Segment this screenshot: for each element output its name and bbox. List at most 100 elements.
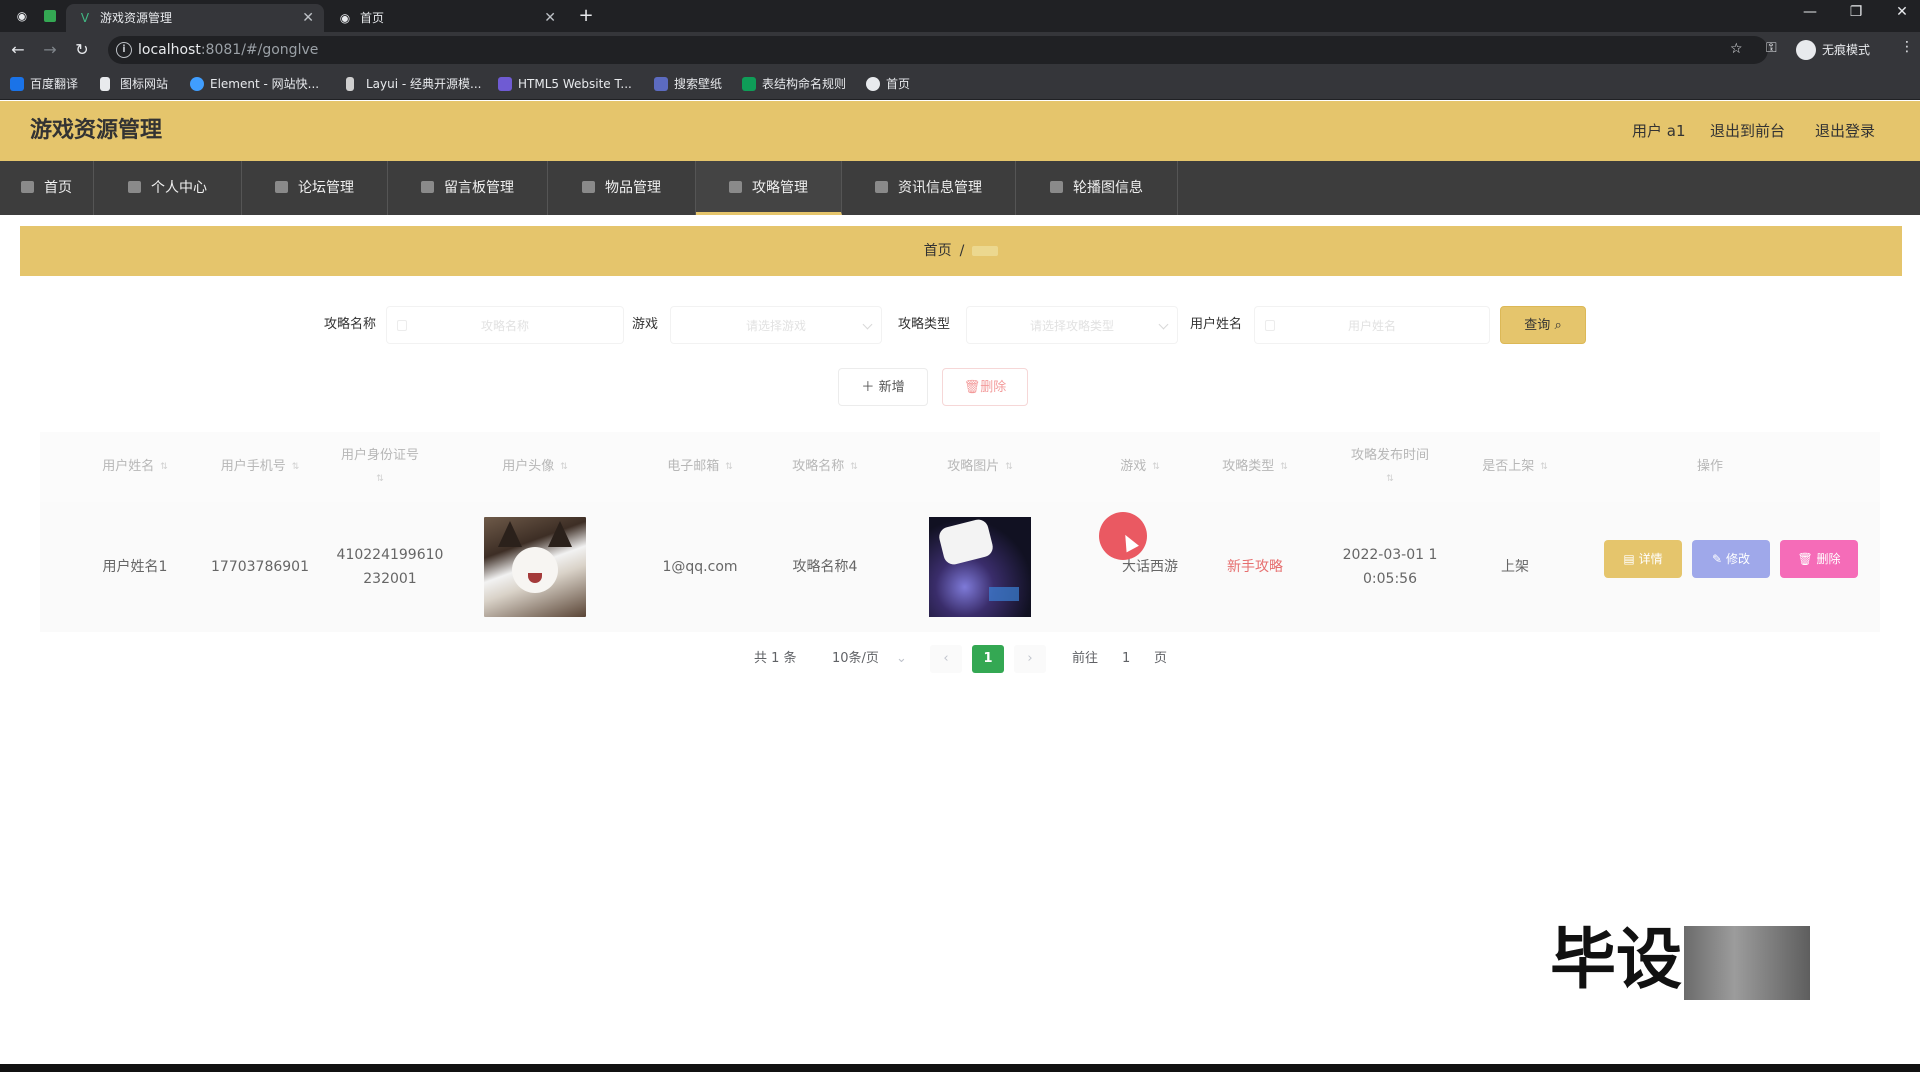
column-header[interactable]: 用户身份证号 ⇅ bbox=[330, 432, 430, 502]
reload-icon[interactable]: ↻ bbox=[70, 38, 94, 62]
column-header[interactable]: 电子邮箱 ⇅ bbox=[650, 432, 750, 502]
tab-home[interactable]: ◉ 首页 ✕ bbox=[326, 4, 566, 32]
close-icon[interactable]: ✕ bbox=[544, 4, 556, 32]
game-label: 游戏 bbox=[632, 317, 659, 332]
cell-phone: 17703786901 bbox=[211, 559, 309, 575]
minimize-icon[interactable]: — bbox=[1796, 4, 1824, 20]
page-size-select[interactable]: 10条/页 bbox=[832, 645, 879, 673]
menu-item-forum[interactable]: 论坛管理 bbox=[242, 161, 388, 215]
close-icon[interactable]: ✕ bbox=[302, 4, 314, 32]
flag-icon bbox=[875, 181, 888, 193]
cell-guide-type: 新手攻略 bbox=[1227, 559, 1283, 575]
kebab-menu-icon[interactable]: ⋮ bbox=[1900, 39, 1914, 55]
url-text[interactable]: localhost:8081/#/gonglve bbox=[138, 36, 318, 64]
layui-icon bbox=[346, 77, 354, 91]
menu-item-items[interactable]: 物品管理 bbox=[548, 161, 696, 215]
new-tab-button[interactable]: + bbox=[574, 4, 598, 28]
guide-name-input[interactable]: 攻略名称 bbox=[386, 306, 624, 344]
column-header[interactable]: 攻略图片 ⇅ bbox=[920, 432, 1040, 502]
breadcrumb-home[interactable]: 首页 bbox=[924, 243, 952, 259]
incognito-profile[interactable]: 无痕模式 bbox=[1796, 39, 1870, 61]
menu-item-profile[interactable]: 个人中心 bbox=[94, 161, 242, 215]
avatar-image[interactable] bbox=[484, 517, 586, 617]
sort-icon: ⇅ bbox=[1152, 462, 1160, 472]
search-icon: ⌕ bbox=[1554, 318, 1562, 333]
detail-button[interactable]: ▤ 详情 bbox=[1604, 540, 1682, 578]
bookmark-item[interactable]: HTML5 Website T... bbox=[498, 76, 632, 92]
goto-page-input[interactable]: 1 bbox=[1122, 645, 1130, 673]
back-icon[interactable]: ← bbox=[6, 38, 30, 62]
sort-icon: ⇅ bbox=[376, 473, 384, 484]
delete-button[interactable]: 🗑 删除 bbox=[1780, 540, 1858, 578]
bookmark-item[interactable]: 表结构命名规则 bbox=[742, 76, 846, 92]
window-close-icon[interactable]: ✕ bbox=[1888, 4, 1916, 20]
menu-item-carousel[interactable]: 轮播图信息 bbox=[1016, 161, 1178, 215]
column-header[interactable]: 攻略类型 ⇅ bbox=[1200, 432, 1310, 502]
browser-app-icon[interactable]: ◉ bbox=[14, 8, 30, 24]
trash-icon: 🗑 bbox=[963, 380, 981, 395]
globe-icon bbox=[866, 77, 880, 91]
guide-type-label: 攻略类型 bbox=[898, 317, 951, 332]
column-header[interactable]: 用户手机号 ⇅ bbox=[200, 432, 320, 502]
exit-to-front-link[interactable]: 退出到前台 bbox=[1710, 101, 1785, 161]
column-header[interactable]: 游戏 ⇅ bbox=[1100, 432, 1180, 502]
guide-image[interactable] bbox=[929, 517, 1031, 617]
query-button[interactable]: 查询 ⌕ bbox=[1500, 306, 1586, 344]
menu-item-home[interactable]: 首页 bbox=[0, 161, 94, 215]
bookmark-item[interactable]: 图标网站 bbox=[100, 76, 168, 92]
user-icon bbox=[128, 181, 141, 193]
chevron-down-icon[interactable]: ⌄ bbox=[896, 645, 907, 673]
column-header[interactable]: 攻略名称 ⇅ bbox=[770, 432, 880, 502]
game-select[interactable]: 请选择游戏 bbox=[670, 306, 882, 344]
menu-item-news[interactable]: 资讯信息管理 bbox=[842, 161, 1016, 215]
menu-item-messages[interactable]: 留言板管理 bbox=[388, 161, 548, 215]
incognito-icon bbox=[1796, 40, 1816, 60]
sort-icon: ⇅ bbox=[560, 462, 568, 472]
prev-page-button[interactable]: ‹ bbox=[930, 645, 962, 673]
message-icon bbox=[421, 181, 434, 193]
user-name-input[interactable]: 用户姓名 bbox=[1254, 306, 1490, 344]
edit-icon: ✎ bbox=[1712, 552, 1723, 566]
main-menu: 首页 个人中心 论坛管理 留言板管理 物品管理 攻略管理 资讯信息管理 轮播图信… bbox=[0, 161, 1920, 215]
forward-icon[interactable]: → bbox=[38, 38, 62, 62]
column-header[interactable]: 是否上架 ⇅ bbox=[1460, 432, 1570, 502]
bookmark-item[interactable]: 首页 bbox=[866, 76, 910, 92]
next-page-button[interactable]: › bbox=[1014, 645, 1046, 673]
info-icon[interactable]: i bbox=[116, 42, 132, 58]
watermark-text: 毕设 bbox=[1550, 921, 1682, 998]
guide-type-select[interactable]: 请选择攻略类型 bbox=[966, 306, 1178, 344]
home-icon bbox=[21, 181, 34, 193]
sort-icon: ⇅ bbox=[850, 462, 858, 472]
bookmark-item[interactable]: Layui - 经典开源模... bbox=[346, 76, 481, 92]
bookmark-item[interactable]: Element - 网站快... bbox=[190, 76, 319, 92]
cell-user-name: 用户姓名1 bbox=[102, 559, 168, 575]
guide-table: 用户姓名 ⇅ 用户手机号 ⇅ 用户身份证号 ⇅ 用户头像 ⇅ 电子邮箱 ⇅ 攻略名称 ⇅ 攻… bbox=[40, 432, 1880, 632]
column-header[interactable]: 用户姓名 ⇅ bbox=[80, 432, 190, 502]
guide-name-label: 攻略名称 bbox=[324, 317, 377, 332]
table-header: 用户姓名 ⇅ 用户手机号 ⇅ 用户身份证号 ⇅ 用户头像 ⇅ 电子邮箱 ⇅ 攻略名称 ⇅ 攻… bbox=[40, 432, 1880, 502]
tab-game-resource[interactable]: V 游戏资源管理 ✕ bbox=[66, 4, 324, 32]
table-row[interactable]: 用户姓名1 17703786901 410224199610 232001 1@q… bbox=[40, 502, 1880, 632]
logout-link[interactable]: 退出登录 bbox=[1815, 101, 1875, 161]
address-bar[interactable]: i localhost:8081/#/gonglve ☆ bbox=[108, 36, 1768, 64]
column-header[interactable]: 攻略发布时间 ⇅ bbox=[1330, 432, 1450, 502]
page-number-current[interactable]: 1 bbox=[972, 645, 1004, 673]
bookmark-item[interactable]: 百度翻译 bbox=[10, 76, 78, 92]
image-icon bbox=[1050, 181, 1063, 193]
cell-guide-name: 攻略名称4 bbox=[792, 559, 858, 575]
tab-search-icon[interactable] bbox=[44, 10, 56, 22]
batch-delete-button[interactable]: 🗑删除 bbox=[942, 368, 1028, 406]
restore-icon[interactable]: ❐ bbox=[1842, 4, 1870, 20]
key-icon[interactable]: ⚿ bbox=[1766, 40, 1777, 56]
bookmarks-bar: 百度翻译 图标网站 Element - 网站快... Layui - 经典开源模… bbox=[0, 68, 1920, 100]
star-icon[interactable]: ☆ bbox=[1730, 41, 1743, 57]
app-header: 游戏资源管理 用户 a1 退出到前台 退出登录 bbox=[0, 101, 1920, 161]
add-button[interactable]: ＋ 新增 bbox=[838, 368, 928, 406]
bookmark-item[interactable]: 搜索壁纸 bbox=[654, 76, 722, 92]
menu-item-guides[interactable]: 攻略管理 bbox=[696, 161, 842, 215]
column-header[interactable]: 用户头像 ⇅ bbox=[460, 432, 610, 502]
browser-navbar: ← → ↻ i localhost:8081/#/gonglve ☆ ⚿ 无痕模… bbox=[0, 32, 1920, 68]
translate-icon bbox=[10, 77, 24, 91]
edit-button[interactable]: ✎ 修改 bbox=[1692, 540, 1770, 578]
globe-icon: ◉ bbox=[339, 11, 351, 25]
